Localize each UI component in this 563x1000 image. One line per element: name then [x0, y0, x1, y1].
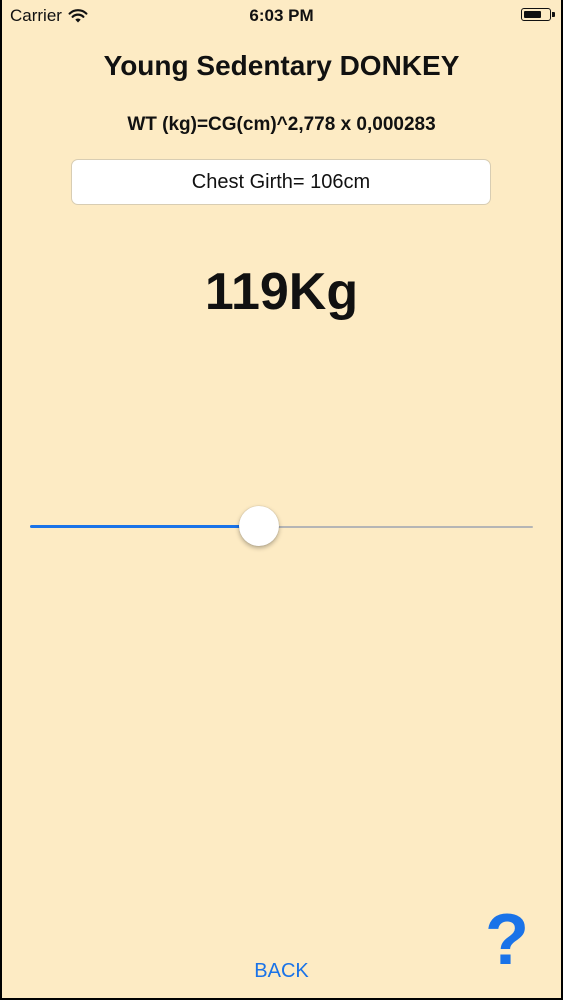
- slider-track-empty: [259, 526, 533, 528]
- status-bar: Carrier 6:03 PM: [2, 0, 561, 32]
- screen: Carrier 6:03 PM Young Sedentary DONKEY W…: [2, 0, 561, 998]
- weight-result: 119Kg: [204, 263, 359, 321]
- formula-text: WT (kg)=CG(cm)^2,778 x 0,000283: [127, 114, 436, 135]
- chest-girth-slider[interactable]: [30, 506, 533, 546]
- page-title: Young Sedentary DONKEY: [103, 50, 460, 81]
- slider-thumb[interactable]: [239, 506, 279, 546]
- help-button[interactable]: ?: [482, 900, 532, 980]
- slider-track-filled: [30, 525, 259, 528]
- status-time: 6:03 PM: [249, 6, 314, 25]
- chest-girth-value: Chest Girth= 106cm: [191, 170, 371, 193]
- battery-icon: [521, 8, 555, 21]
- back-button[interactable]: BACK: [2, 960, 561, 983]
- chest-girth-field[interactable]: Chest Girth= 106cm: [71, 159, 491, 205]
